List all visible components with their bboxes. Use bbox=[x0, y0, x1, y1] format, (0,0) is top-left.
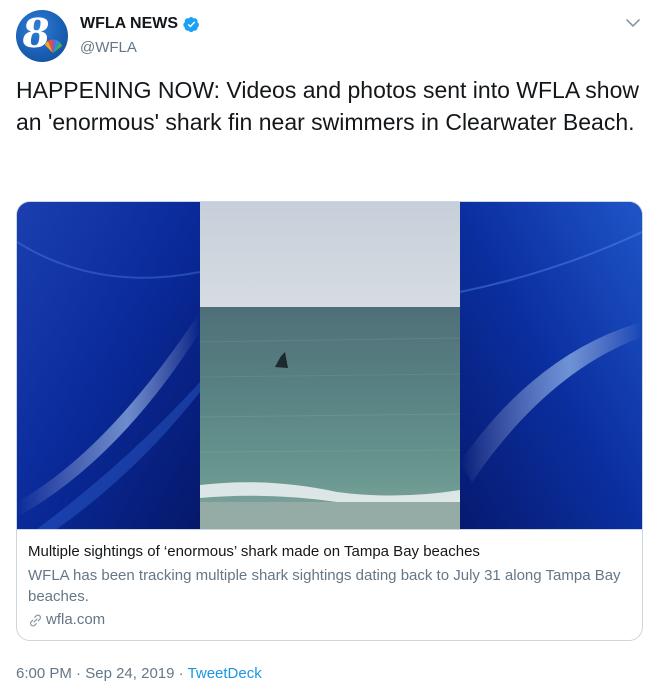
card-title[interactable]: Multiple sightings of ‘enormous’ shark m… bbox=[28, 542, 631, 562]
link-card[interactable]: Multiple sightings of ‘enormous’ shark m… bbox=[16, 201, 643, 641]
tweet-header: 8 WFLA NEWS @WFLA bbox=[16, 10, 644, 66]
tweet: 8 WFLA NEWS @WFLA HAPPENING NOW: Videos … bbox=[0, 0, 660, 695]
card-domain[interactable]: wfla.com bbox=[46, 610, 105, 630]
tweet-date[interactable]: Sep 24, 2019 bbox=[85, 665, 174, 682]
link-icon bbox=[30, 614, 41, 626]
card-domain-row[interactable]: wfla.com bbox=[28, 610, 631, 630]
display-name[interactable]: WFLA NEWS bbox=[80, 14, 178, 34]
meta-separator: · bbox=[174, 665, 188, 682]
shark-fin-ocean-photo bbox=[17, 202, 642, 529]
card-info[interactable]: Multiple sightings of ‘enormous’ shark m… bbox=[17, 529, 642, 640]
display-name-row[interactable]: WFLA NEWS bbox=[80, 14, 200, 34]
account-names: WFLA NEWS @WFLA bbox=[80, 14, 200, 58]
peacock-icon bbox=[45, 39, 62, 53]
verified-badge-icon bbox=[183, 16, 199, 32]
tweet-text: HAPPENING NOW: Videos and photos sent in… bbox=[16, 77, 639, 135]
card-image[interactable] bbox=[17, 202, 642, 529]
card-description: WFLA has been tracking multiple shark si… bbox=[28, 567, 621, 605]
avatar[interactable]: 8 bbox=[16, 10, 68, 62]
handle[interactable]: @WFLA bbox=[80, 38, 200, 58]
tweet-meta: 6:00 PM · Sep 24, 2019 · TweetDeck bbox=[16, 664, 262, 684]
tweet-source-link[interactable]: TweetDeck bbox=[188, 665, 262, 682]
chevron-down-icon[interactable] bbox=[624, 14, 642, 32]
tweet-time[interactable]: 6:00 PM bbox=[16, 665, 72, 682]
meta-separator: · bbox=[71, 665, 86, 682]
